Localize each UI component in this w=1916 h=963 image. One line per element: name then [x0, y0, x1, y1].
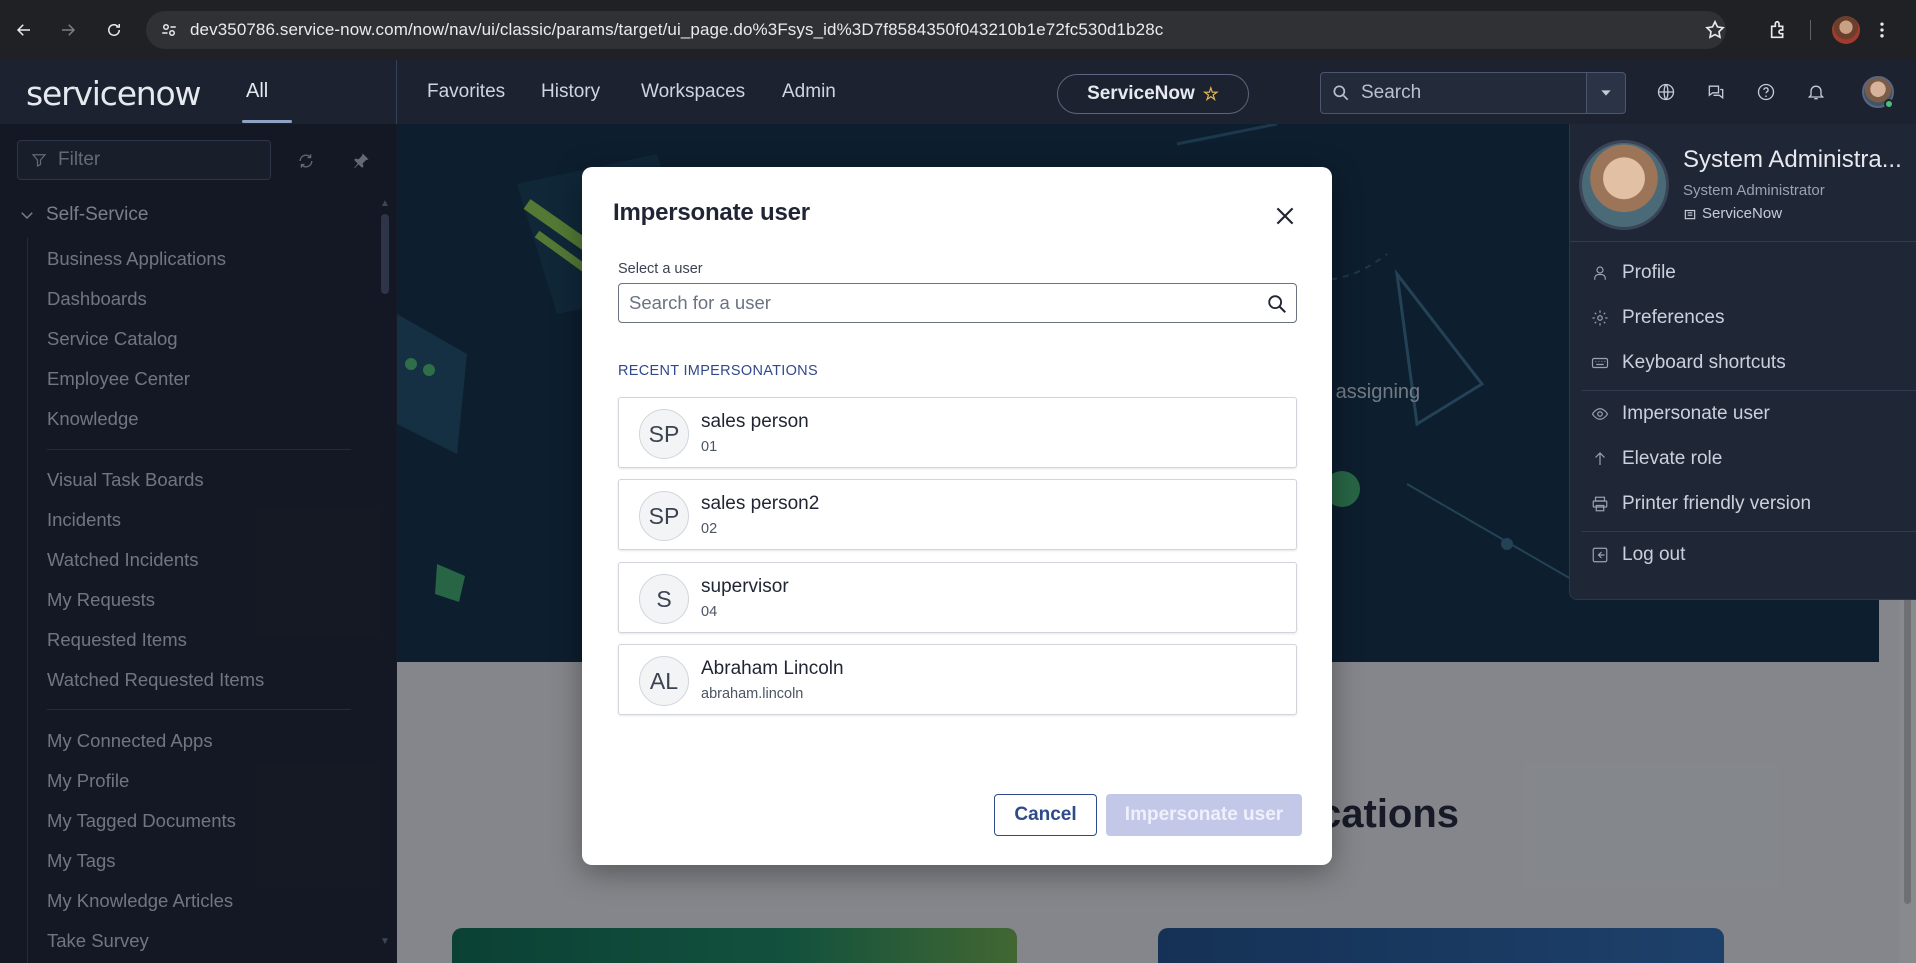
browser-profile-avatar[interactable]: [1832, 16, 1860, 44]
menu-divider: [1582, 531, 1916, 532]
menu-item-label: Profile: [1622, 262, 1676, 283]
user-search-input[interactable]: [629, 292, 1249, 314]
recent-user-card[interactable]: AL Abraham Lincoln abraham.lincoln: [618, 644, 1297, 715]
printer-icon: [1590, 494, 1610, 514]
user-id: 01: [701, 439, 718, 455]
user-id: 02: [701, 521, 718, 537]
tab-all[interactable]: All: [246, 80, 268, 103]
menu-item-impersonate-user[interactable]: Impersonate user: [1590, 403, 1770, 425]
recent-user-card[interactable]: S supervisor 04: [618, 562, 1297, 633]
user-name: sales person2: [701, 493, 820, 514]
global-search-input[interactable]: Search: [1320, 72, 1590, 114]
forward-icon[interactable]: [54, 16, 82, 44]
user-id: abraham.lincoln: [701, 686, 804, 702]
global-search-placeholder: Search: [1361, 82, 1422, 103]
user-name: sales person: [701, 411, 809, 432]
menu-item-label: Log out: [1622, 544, 1686, 565]
user-icon: [1590, 263, 1610, 283]
online-status-dot: [1884, 99, 1894, 109]
arrow-up-icon: [1590, 449, 1610, 469]
star-icon: ☆: [1202, 83, 1219, 104]
menu-item-label: Printer friendly version: [1622, 493, 1812, 514]
user-instance-name: ServiceNow: [1702, 205, 1783, 222]
keyboard-icon: [1590, 353, 1610, 373]
globe-icon[interactable]: [1654, 80, 1678, 104]
recent-impersonations-label: RECENT IMPERSONATIONS: [618, 363, 818, 379]
logout-icon: [1590, 545, 1610, 565]
menu-divider: [1582, 390, 1916, 391]
site-info-icon[interactable]: [160, 21, 178, 39]
menu-item-preferences[interactable]: Preferences: [1590, 307, 1724, 329]
servicenow-logo[interactable]: servicenow: [26, 74, 202, 113]
menu-item-label: Preferences: [1622, 307, 1725, 328]
bookmark-star-icon[interactable]: [1700, 14, 1730, 46]
user-initials-avatar: SP: [639, 491, 689, 541]
user-display-name: System Administra...: [1683, 146, 1902, 173]
active-tab-indicator: [242, 120, 292, 123]
nav-workspaces[interactable]: Workspaces: [641, 81, 745, 103]
modal-title: Impersonate user: [613, 199, 810, 226]
back-icon[interactable]: [10, 16, 38, 44]
user-id: 04: [701, 604, 718, 620]
search-icon[interactable]: [1266, 293, 1288, 315]
user-dropdown-menu: System Administra... System Administrato…: [1569, 124, 1916, 600]
browser-chrome: dev350786.service-now.com/now/nav/ui/cla…: [0, 0, 1916, 60]
menu-item-profile[interactable]: Profile: [1590, 262, 1676, 284]
header-divider: [396, 60, 397, 124]
notifications-bell-icon[interactable]: [1804, 80, 1828, 104]
help-icon[interactable]: [1754, 80, 1778, 104]
caret-down-icon: [1601, 90, 1611, 96]
user-instance: ServiceNow: [1683, 205, 1782, 222]
menu-item-printer-friendly[interactable]: Printer friendly version: [1590, 493, 1811, 515]
user-initials-avatar: AL: [639, 656, 689, 706]
search-scope-dropdown[interactable]: [1586, 72, 1626, 114]
menu-item-label: Impersonate user: [1622, 403, 1770, 424]
recent-user-card[interactable]: SP sales person2 02: [618, 479, 1297, 550]
menu-item-label: Keyboard shortcuts: [1622, 352, 1786, 373]
toolbar-divider: [1810, 20, 1811, 40]
impersonate-user-modal: Impersonate user Select a user RECENT IM…: [582, 167, 1332, 865]
browser-menu-icon[interactable]: [1872, 14, 1892, 46]
eye-icon: [1590, 404, 1610, 424]
logo-text: servicenow: [26, 74, 202, 113]
gear-icon: [1590, 308, 1610, 328]
instance-name: ServiceNow: [1087, 83, 1195, 104]
close-icon[interactable]: [1270, 201, 1300, 231]
address-bar[interactable]: dev350786.service-now.com/now/nav/ui/cla…: [146, 11, 1726, 49]
chat-icon[interactable]: [1704, 80, 1728, 104]
user-search-field[interactable]: [618, 283, 1297, 323]
menu-item-log-out[interactable]: Log out: [1590, 544, 1685, 566]
reload-icon[interactable]: [100, 16, 128, 44]
user-role: System Administrator: [1683, 182, 1825, 199]
impersonate-user-button[interactable]: Impersonate user: [1106, 794, 1302, 836]
menu-item-keyboard-shortcuts[interactable]: Keyboard shortcuts: [1590, 352, 1786, 374]
select-user-label: Select a user: [618, 261, 703, 277]
extensions-icon[interactable]: [1764, 14, 1794, 46]
recent-user-card[interactable]: SP sales person 01: [618, 397, 1297, 468]
user-name: supervisor: [701, 576, 789, 597]
user-name: Abraham Lincoln: [701, 658, 844, 679]
url-text: dev350786.service-now.com/now/nav/ui/cla…: [190, 20, 1164, 39]
cancel-button[interactable]: Cancel: [994, 794, 1097, 836]
building-icon: [1684, 209, 1696, 219]
user-initials-avatar: SP: [639, 409, 689, 459]
menu-item-elevate-role[interactable]: Elevate role: [1590, 448, 1722, 470]
nav-history[interactable]: History: [541, 81, 600, 103]
instance-pill[interactable]: ServiceNow ☆: [1057, 74, 1249, 114]
app-header: servicenow All Favorites History Workspa…: [0, 60, 1916, 124]
menu-item-label: Elevate role: [1622, 448, 1723, 469]
nav-favorites[interactable]: Favorites: [427, 81, 505, 103]
user-initials-avatar: S: [639, 574, 689, 624]
search-icon: [1333, 85, 1349, 101]
nav-admin[interactable]: Admin: [782, 81, 836, 103]
user-profile-photo: [1579, 140, 1669, 230]
menu-divider: [1570, 241, 1916, 242]
